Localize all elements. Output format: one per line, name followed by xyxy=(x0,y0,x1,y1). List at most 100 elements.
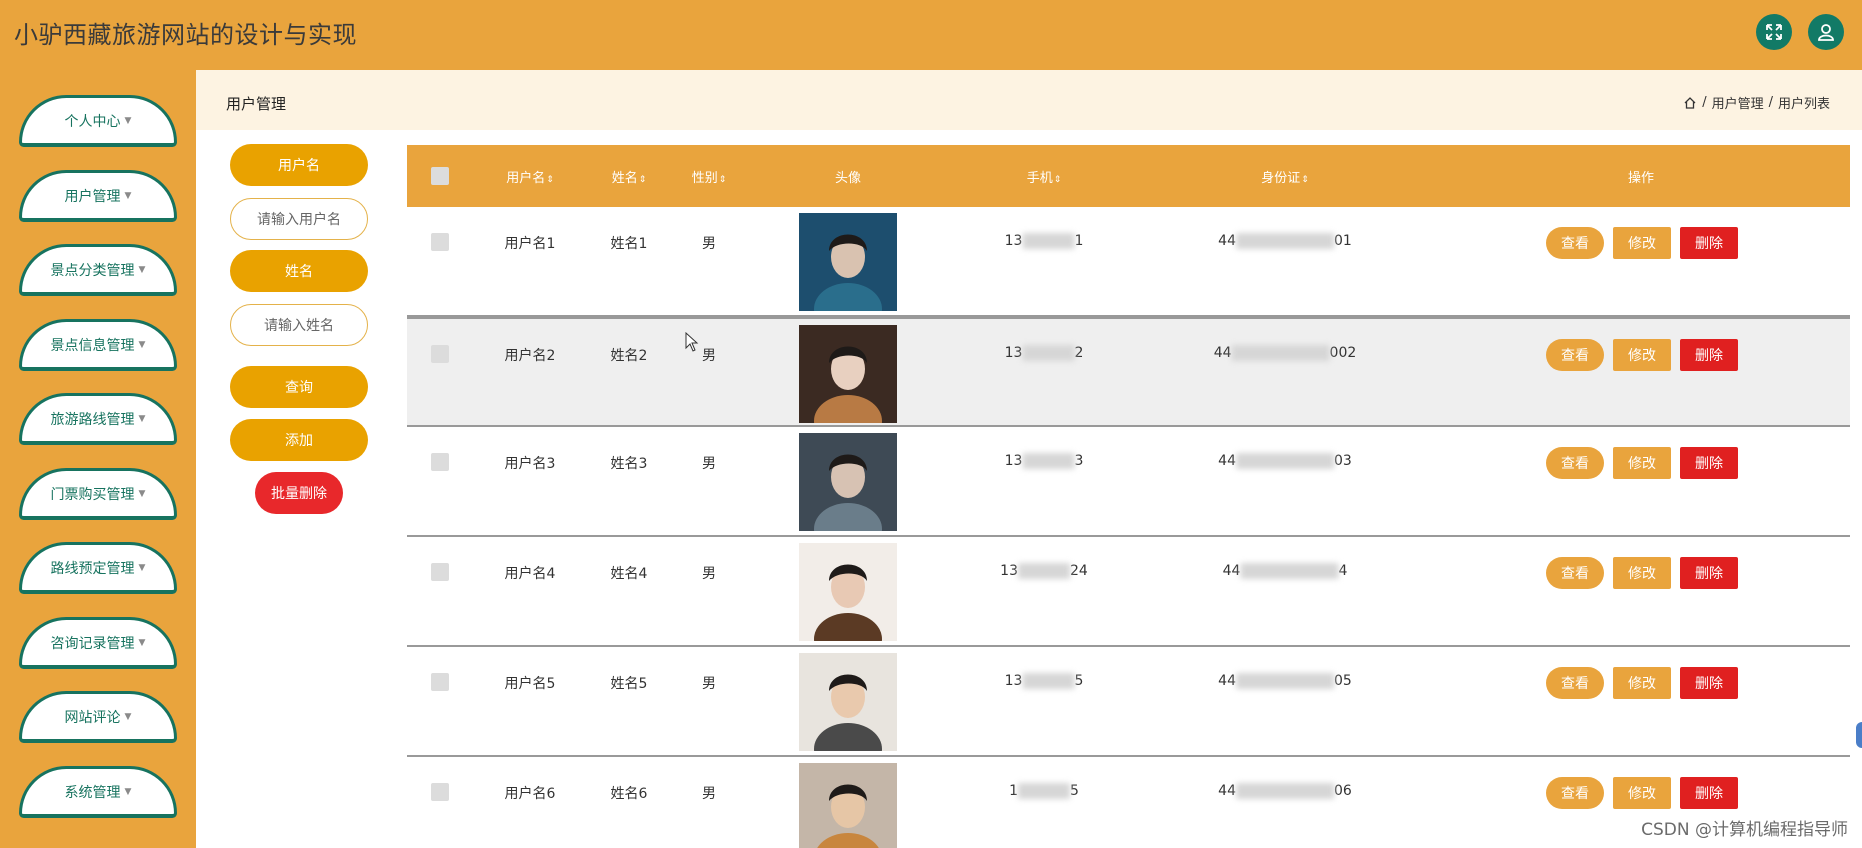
sidebar-item-label: 门票购买管理 xyxy=(50,486,135,503)
column-header-phone[interactable]: 手机⇕ xyxy=(1027,167,1062,186)
id-visible-suffix: 05 xyxy=(1334,673,1352,689)
row-checkbox[interactable] xyxy=(431,673,449,691)
cell-id-card: 44 01 xyxy=(1218,233,1352,249)
breadcrumb-separator: / xyxy=(1702,95,1707,110)
breadcrumb-item-user-management[interactable]: 用户管理 xyxy=(1712,93,1764,112)
add-button[interactable]: 添加 xyxy=(230,419,368,461)
name-search-input[interactable]: 请输入姓名 xyxy=(230,304,368,346)
fullscreen-button[interactable] xyxy=(1756,14,1792,50)
scrollbar-handle[interactable] xyxy=(1856,722,1862,748)
row-checkbox[interactable] xyxy=(431,345,449,363)
avatar xyxy=(799,213,897,311)
redacted-blur xyxy=(1236,453,1334,469)
id-visible-suffix: 4 xyxy=(1338,563,1348,579)
cell-username: 用户名4 xyxy=(504,566,556,582)
select-all-checkbox[interactable] xyxy=(431,167,449,185)
view-button[interactable]: 查看 xyxy=(1546,557,1604,589)
id-visible-suffix: 03 xyxy=(1334,453,1352,469)
watermark: CSDN @计算机编程指导师 xyxy=(1641,820,1848,840)
sidebar-item-label: 旅游路线管理 xyxy=(50,411,135,428)
cell-name: 姓名6 xyxy=(610,786,648,802)
view-button[interactable]: 查看 xyxy=(1546,339,1604,371)
view-button[interactable]: 查看 xyxy=(1546,447,1604,479)
phone-visible-suffix: 2 xyxy=(1074,345,1084,361)
edit-button[interactable]: 修改 xyxy=(1613,339,1671,371)
cell-username: 用户名1 xyxy=(504,236,556,252)
edit-button[interactable]: 修改 xyxy=(1613,777,1671,809)
edit-button[interactable]: 修改 xyxy=(1613,227,1671,259)
username-search-input[interactable]: 请输入用户名 xyxy=(230,198,368,240)
column-header-id-card[interactable]: 身份证⇕ xyxy=(1261,167,1309,186)
column-header-name[interactable]: 姓名⇕ xyxy=(612,167,647,186)
cell-name: 姓名2 xyxy=(610,348,648,364)
delete-button[interactable]: 删除 xyxy=(1680,557,1738,589)
caret-down-icon: ▼ xyxy=(124,115,132,126)
home-icon[interactable] xyxy=(1683,96,1697,110)
sidebar-item-scenic-category[interactable]: 景点分类管理 ▼ xyxy=(19,244,177,296)
sidebar-item-label: 网站评论 xyxy=(64,709,121,726)
sidebar-item-personal-center[interactable]: 个人中心 ▼ xyxy=(19,95,177,147)
delete-button[interactable]: 删除 xyxy=(1680,667,1738,699)
redacted-blur xyxy=(1022,345,1075,361)
caret-down-icon: ▼ xyxy=(138,413,146,424)
cell-phone: 13 2 xyxy=(1004,345,1084,361)
cell-name: 姓名3 xyxy=(610,456,648,472)
edit-button[interactable]: 修改 xyxy=(1613,557,1671,589)
query-button[interactable]: 查询 xyxy=(230,366,368,408)
sidebar-item-ticket-purchase[interactable]: 门票购买管理 ▼ xyxy=(19,468,177,520)
delete-button[interactable]: 删除 xyxy=(1680,227,1738,259)
sidebar-item-label: 景点分类管理 xyxy=(50,262,135,279)
sidebar-item-scenic-info[interactable]: 景点信息管理 ▼ xyxy=(19,319,177,371)
phone-visible-prefix: 13 xyxy=(1000,563,1018,579)
sidebar-item-label: 系统管理 xyxy=(64,784,121,801)
row-checkbox[interactable] xyxy=(431,453,449,471)
sidebar-item-consultation-records[interactable]: 咨询记录管理 ▼ xyxy=(19,617,177,669)
row-checkbox[interactable] xyxy=(431,233,449,251)
table-row: 用户名6 姓名6 男 1 5 44 06 查看 修改 删除 xyxy=(407,757,1850,848)
phone-visible-prefix: 13 xyxy=(1004,345,1023,361)
batch-delete-button[interactable]: 批量删除 xyxy=(255,472,343,514)
view-button[interactable]: 查看 xyxy=(1546,227,1604,259)
cell-gender: 男 xyxy=(702,676,716,692)
avatar xyxy=(799,433,897,531)
breadcrumb-path: / 用户管理 / 用户列表 xyxy=(1683,93,1830,112)
edit-button[interactable]: 修改 xyxy=(1613,667,1671,699)
delete-button[interactable]: 删除 xyxy=(1680,339,1738,371)
cell-name: 姓名1 xyxy=(610,236,648,252)
cell-id-card: 44 4 xyxy=(1223,563,1348,579)
redacted-blur xyxy=(1236,673,1334,689)
sidebar-item-label: 咨询记录管理 xyxy=(50,635,135,652)
breadcrumb: 用户管理 / 用户管理 / 用户列表 xyxy=(196,70,1862,130)
table-row: 用户名2 姓名2 男 13 2 44 002 查看 修改 删除 xyxy=(407,317,1850,427)
row-checkbox[interactable] xyxy=(431,783,449,801)
redacted-blur xyxy=(1018,783,1070,799)
sidebar-item-route-booking[interactable]: 路线预定管理 ▼ xyxy=(19,542,177,594)
column-header-gender[interactable]: 性别⇕ xyxy=(692,167,727,186)
breadcrumb-item-user-list: 用户列表 xyxy=(1777,97,1830,112)
caret-down-icon: ▼ xyxy=(138,562,146,573)
cell-id-card: 44 06 xyxy=(1218,783,1352,799)
column-header-username[interactable]: 用户名⇕ xyxy=(506,167,554,186)
redacted-blur xyxy=(1236,233,1334,249)
phone-visible-suffix: 3 xyxy=(1074,453,1084,469)
edit-button[interactable]: 修改 xyxy=(1613,447,1671,479)
sidebar-item-user-management[interactable]: 用户管理 ▼ xyxy=(19,170,177,222)
redacted-blur xyxy=(1231,345,1330,361)
avatar xyxy=(799,543,897,641)
cell-id-card: 44 002 xyxy=(1214,345,1356,361)
caret-down-icon: ▼ xyxy=(138,264,146,275)
sidebar-item-label: 个人中心 xyxy=(64,113,121,130)
user-menu-button[interactable] xyxy=(1808,14,1844,50)
delete-button[interactable]: 删除 xyxy=(1680,447,1738,479)
sidebar-item-system-management[interactable]: 系统管理 ▼ xyxy=(19,766,177,818)
row-checkbox[interactable] xyxy=(431,563,449,581)
avatar xyxy=(799,653,897,751)
expand-icon xyxy=(1766,24,1782,40)
phone-visible-suffix: 24 xyxy=(1070,563,1088,579)
view-button[interactable]: 查看 xyxy=(1546,777,1604,809)
sidebar-item-site-comments[interactable]: 网站评论 ▼ xyxy=(19,691,177,743)
view-button[interactable]: 查看 xyxy=(1546,667,1604,699)
delete-button[interactable]: 删除 xyxy=(1680,777,1738,809)
sidebar-item-travel-routes[interactable]: 旅游路线管理 ▼ xyxy=(19,393,177,445)
id-visible-prefix: 44 xyxy=(1218,453,1236,469)
